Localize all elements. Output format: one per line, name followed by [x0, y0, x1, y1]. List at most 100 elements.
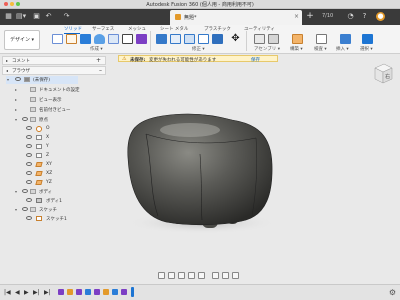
orbit-icon[interactable] — [158, 272, 165, 279]
collapse-arrow-icon[interactable]: ▾ — [15, 207, 17, 212]
redo-icon[interactable]: ↷ — [62, 12, 71, 21]
tab-solid[interactable]: ソリッド — [64, 26, 82, 32]
job-status-count[interactable]: 7/10 — [322, 13, 333, 19]
look-at-icon[interactable] — [168, 272, 175, 279]
timeline-marker-icon[interactable] — [131, 287, 134, 297]
timeline-last-button[interactable]: ▶| — [44, 289, 51, 296]
timeline-back-button[interactable]: ◀ — [15, 289, 20, 296]
visibility-eye-icon[interactable] — [26, 162, 32, 166]
save-icon[interactable]: ▣ — [32, 12, 41, 21]
visibility-eye-icon[interactable] — [26, 144, 32, 148]
tree-item-body1[interactable]: ボディ1 — [26, 197, 86, 205]
undo-icon[interactable]: ↶ — [44, 12, 53, 21]
tree-item-plane-xz[interactable]: XZ — [26, 170, 86, 178]
comments-panel-header[interactable]: ▸ コメント + — [2, 56, 106, 65]
combine-icon[interactable] — [212, 34, 223, 44]
visibility-eye-icon[interactable] — [15, 77, 21, 81]
timeline-feature-icon[interactable] — [112, 289, 118, 295]
browser-panel-header[interactable]: ◂ ブラウザ – — [2, 66, 106, 75]
extrude-icon[interactable] — [80, 34, 91, 44]
tab-plastic[interactable]: プラスチック — [204, 26, 231, 32]
file-menu-icon[interactable]: ▤▾ — [16, 12, 26, 21]
timeline-feature-icon[interactable] — [76, 289, 82, 295]
timeline-settings-gear-icon[interactable]: ⚙ — [389, 288, 396, 297]
data-panel-grid-icon[interactable]: ▦ — [4, 12, 13, 21]
tree-item-plane-xy[interactable]: XY — [26, 161, 86, 169]
visibility-eye-icon[interactable] — [26, 171, 32, 175]
timeline-play-button[interactable]: ▶ — [24, 289, 29, 296]
offset-plane-icon[interactable] — [292, 34, 303, 44]
select-menu-label[interactable]: 選択 ▾ — [360, 46, 373, 52]
select-arrow-icon[interactable] — [362, 34, 373, 44]
tab-surface[interactable]: サーフェス — [92, 26, 114, 32]
visibility-eye-icon[interactable] — [22, 189, 28, 193]
construct-menu-label[interactable]: 構築 ▾ — [290, 46, 303, 52]
timeline-feature-icon[interactable] — [67, 289, 73, 295]
joint-icon[interactable] — [254, 34, 265, 44]
as-built-joint-icon[interactable] — [268, 34, 279, 44]
timeline-feature-icon[interactable] — [58, 289, 64, 295]
modify-menu-label[interactable]: 修正 ▾ — [192, 46, 205, 52]
insert-menu-label[interactable]: 挿入 ▾ — [336, 46, 349, 52]
insert-image-icon[interactable] — [340, 34, 351, 44]
collapse-arrow-icon[interactable]: ▾ — [7, 77, 9, 82]
tree-item-sketch1[interactable]: スケッチ1 — [26, 215, 86, 223]
revolve-icon[interactable] — [94, 34, 105, 44]
visibility-eye-icon[interactable] — [26, 135, 32, 139]
profile-avatar-icon[interactable]: ● — [376, 12, 385, 21]
notifications-bell-icon[interactable]: ◔ — [346, 12, 355, 21]
tree-item-origin[interactable]: ▾ 原点 — [14, 116, 94, 124]
timeline-feature-icon[interactable] — [85, 289, 91, 295]
tree-item-sketches[interactable]: ▾ スケッチ — [14, 206, 94, 214]
canvas-viewport[interactable] — [106, 54, 400, 282]
expand-arrow-icon[interactable]: ▸ — [15, 87, 17, 92]
display-settings-icon[interactable] — [212, 272, 219, 279]
pan-icon[interactable] — [178, 272, 185, 279]
tree-item-bodies[interactable]: ▾ ボディ — [14, 188, 94, 196]
grid-settings-icon[interactable] — [222, 272, 229, 279]
new-component-icon[interactable] — [52, 34, 63, 44]
assemble-menu-label[interactable]: アセンブリ ▾ — [254, 46, 280, 52]
tree-item-axis-x[interactable]: X — [26, 134, 86, 142]
timeline-feature-icon[interactable] — [103, 289, 109, 295]
pattern-icon[interactable] — [136, 34, 147, 44]
visibility-eye-icon[interactable] — [22, 207, 28, 211]
workspace-switcher-button[interactable]: デザイン ▾ — [4, 30, 40, 50]
expand-arrow-icon[interactable]: ▸ — [15, 107, 17, 112]
timeline-first-button[interactable]: |◀ — [4, 289, 11, 296]
new-tab-plus-icon[interactable]: + — [305, 12, 315, 22]
viewports-icon[interactable] — [232, 272, 239, 279]
add-comment-plus-icon[interactable]: + — [96, 57, 101, 64]
tab-sheet-metal[interactable]: シート メタル — [160, 26, 188, 32]
tree-item-view-display[interactable]: ▸ ビュー表示 — [14, 96, 94, 104]
form-icon[interactable] — [122, 34, 133, 44]
visibility-eye-icon[interactable] — [26, 153, 32, 157]
move-copy-icon[interactable]: ✥ — [230, 34, 241, 44]
timeline-feature-icon[interactable] — [94, 289, 100, 295]
press-pull-icon[interactable] — [156, 34, 167, 44]
timeline-forward-button[interactable]: ▶| — [33, 289, 40, 296]
close-tab-icon[interactable]: × — [294, 13, 299, 20]
visibility-eye-icon[interactable] — [26, 198, 32, 202]
tree-item-axis-y[interactable]: Y — [26, 143, 86, 151]
tree-item-named-views[interactable]: ▸ 名前付きビュー — [14, 106, 94, 114]
visibility-eye-icon[interactable] — [26, 126, 32, 130]
notice-save-link[interactable]: 保存 — [251, 57, 260, 63]
timeline-feature-icon[interactable] — [121, 289, 127, 295]
visibility-eye-icon[interactable] — [26, 216, 32, 220]
tree-item-axis-z[interactable]: Z — [26, 152, 86, 160]
collapse-arrow-icon[interactable]: ◂ — [6, 68, 8, 73]
create-sketch-icon[interactable] — [66, 34, 77, 44]
help-icon[interactable]: ? — [360, 12, 369, 21]
collapse-arrow-icon[interactable]: ▾ — [15, 117, 17, 122]
tree-item-plane-yz[interactable]: YZ — [26, 179, 86, 187]
tree-item-document-settings[interactable]: ▸ ドキュメントの設定 — [14, 86, 94, 94]
tree-item-origin-point[interactable]: O — [26, 125, 86, 133]
collapse-arrow-icon[interactable]: ▾ — [15, 189, 17, 194]
tree-root-unsaved[interactable]: ▾ (未保存) — [6, 76, 78, 84]
fit-icon[interactable] — [198, 272, 205, 279]
create-menu-label[interactable]: 作成 ▾ — [90, 46, 103, 52]
inspect-menu-label[interactable]: 検査 ▾ — [314, 46, 327, 52]
viewcube[interactable]: 右 — [372, 62, 394, 86]
tab-utilities[interactable]: ユーティリティ — [244, 26, 275, 32]
